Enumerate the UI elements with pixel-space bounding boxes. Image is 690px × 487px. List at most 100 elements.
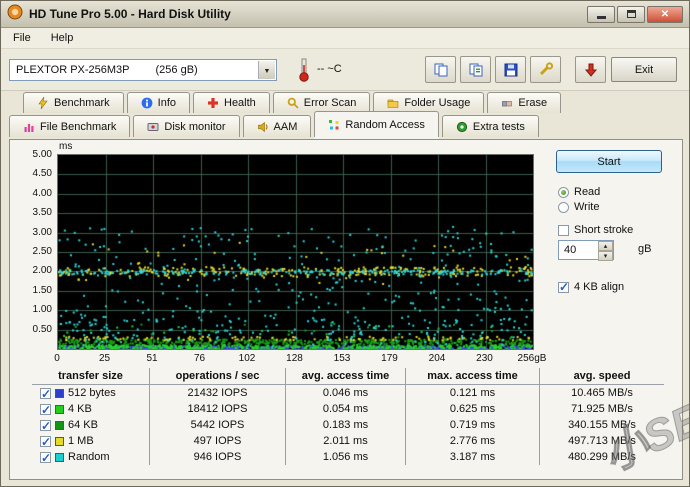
avg-speed-cell: 340.155 MB/s [568, 419, 636, 431]
copy-screenshot-button[interactable] [425, 56, 456, 83]
tab-disk-monitor[interactable]: Disk monitor [133, 115, 240, 137]
y-tick-label: 4.00 [32, 187, 52, 199]
avg-access-cell: 1.056 ms [286, 449, 406, 465]
tab-label: Benchmark [54, 97, 110, 109]
table-row-label-cell: 4 KB [32, 401, 150, 418]
max-access-cell: 3.187 ms [406, 449, 540, 465]
series-color-swatch [55, 452, 64, 462]
x-tick-label: 179 [381, 353, 398, 364]
x-tick-label: 204 [428, 353, 446, 364]
tab-info[interactable]: Info [126, 92, 190, 113]
options-button[interactable] [530, 56, 561, 83]
short-stroke-option[interactable]: Short stroke [558, 224, 633, 236]
column-header: operations / sec [150, 368, 286, 385]
chart-canvas [57, 154, 534, 350]
drive-model: PLEXTOR PX-256M3P [16, 64, 130, 76]
read-radio[interactable] [558, 186, 569, 198]
avg-speed-cell: 480.299 MB/s [568, 451, 636, 463]
write-option[interactable]: Write [558, 201, 599, 213]
series-checkbox[interactable] [40, 418, 51, 434]
tab-erase[interactable]: Erase [487, 92, 562, 113]
health-icon [207, 97, 219, 109]
drive-select-combobox[interactable]: PLEXTOR PX-256M3P (256 gB) [9, 59, 277, 81]
y-tick-label: 1.50 [32, 284, 52, 296]
maximize-button[interactable] [617, 5, 645, 23]
tab-file-benchmark[interactable]: File Benchmark [9, 115, 131, 137]
tab-random-access[interactable]: Random Access [314, 111, 439, 137]
menubar: File Help [1, 28, 689, 49]
tab-aam[interactable]: AAM [242, 115, 312, 137]
series-color-swatch [55, 420, 64, 430]
menu-help[interactable]: Help [51, 32, 74, 44]
copy-text-icon [469, 63, 482, 76]
series-checkbox[interactable] [40, 386, 51, 402]
copy-text-button[interactable] [460, 56, 491, 83]
x-tick-label: 128 [286, 353, 303, 364]
read-label: Read [574, 186, 601, 198]
series-checkbox[interactable] [40, 434, 51, 450]
x-tick-label: 25 [98, 353, 111, 364]
ops-cell: 5442 IOPS [150, 417, 286, 433]
tab-benchmark[interactable]: Benchmark [23, 92, 124, 113]
max-access-cell: 0.625 ms [406, 401, 540, 417]
download-button[interactable] [575, 56, 606, 83]
series-checkbox[interactable] [40, 450, 51, 466]
table-row-label-cell: 64 KB [32, 417, 150, 434]
write-radio[interactable] [558, 201, 569, 213]
copy-icon [434, 63, 447, 76]
ops-cell: 21432 IOPS [150, 385, 286, 401]
side-controls: Start Read Write Short stroke gB 4 KB [550, 140, 682, 375]
tab-error-scan[interactable]: Error Scan [272, 92, 371, 113]
series-color-swatch [55, 404, 64, 414]
x-tick-label: 0 [54, 353, 60, 364]
align-option[interactable]: 4 KB align [558, 280, 625, 294]
chevron-down-icon [264, 64, 271, 76]
short-stroke-checkbox[interactable] [558, 224, 569, 236]
tab-strip: Benchmark Info Health Error Scan Folder … [1, 91, 689, 139]
avg-speed-cell: 71.925 MB/s [571, 403, 633, 415]
drive-capacity: (256 gB) [155, 64, 198, 76]
ops-cell: 946 IOPS [150, 449, 286, 465]
app-icon [7, 4, 23, 25]
write-label: Write [574, 201, 600, 213]
column-header: transfer size [32, 368, 150, 385]
y-tick-label: 5.00 [32, 149, 52, 160]
close-button[interactable] [647, 5, 683, 23]
tab-folder-usage[interactable]: Folder Usage [373, 92, 485, 113]
y-tick-label: 3.50 [32, 207, 52, 219]
x-tick-label: 153 [333, 353, 351, 364]
align-checkbox[interactable] [558, 280, 569, 294]
tab-label: Random Access [345, 118, 425, 131]
temperature-value: -- ~C [317, 63, 342, 75]
spinner-down-button[interactable] [598, 251, 613, 261]
y-tick-label: 4.50 [32, 168, 52, 180]
save-button[interactable] [495, 56, 526, 83]
tab-health[interactable]: Health [193, 92, 270, 113]
short-stroke-label: Short stroke [574, 224, 634, 236]
menu-file[interactable]: File [13, 32, 31, 44]
series-label: 512 bytes [68, 387, 116, 399]
avg-access-cell: 2.011 ms [286, 433, 406, 449]
titlebar[interactable]: HD Tune Pro 5.00 - Hard Disk Utility [1, 1, 689, 28]
tab-label: Info [157, 97, 176, 109]
avg-speed-cell: 10.465 MB/s [571, 387, 633, 399]
avg-access-cell: 0.183 ms [286, 417, 406, 433]
combo-dropdown-button[interactable] [258, 61, 275, 79]
disk-monitor-icon [147, 121, 159, 133]
minimize-button[interactable] [587, 5, 615, 23]
spinner-up-button[interactable] [598, 241, 613, 251]
tab-extra-tests[interactable]: Extra tests [441, 115, 539, 137]
tab-label: Folder Usage [404, 97, 471, 109]
exit-button[interactable]: Exit [611, 57, 677, 82]
avg-speed-cell: 497.713 MB/s [568, 435, 636, 447]
window-title: HD Tune Pro 5.00 - Hard Disk Utility [29, 7, 231, 21]
series-label: 4 KB [68, 403, 92, 415]
avg-access-cell: 0.046 ms [286, 385, 406, 401]
column-header: avg. speed [540, 368, 664, 385]
y-tick-label: 2.00 [32, 265, 52, 277]
series-checkbox[interactable] [40, 402, 51, 418]
start-button[interactable]: Start [556, 150, 662, 173]
align-label: 4 KB align [574, 281, 625, 293]
read-option[interactable]: Read [558, 186, 600, 198]
toolbar: PLEXTOR PX-256M3P (256 gB) -- ~C [1, 49, 689, 91]
